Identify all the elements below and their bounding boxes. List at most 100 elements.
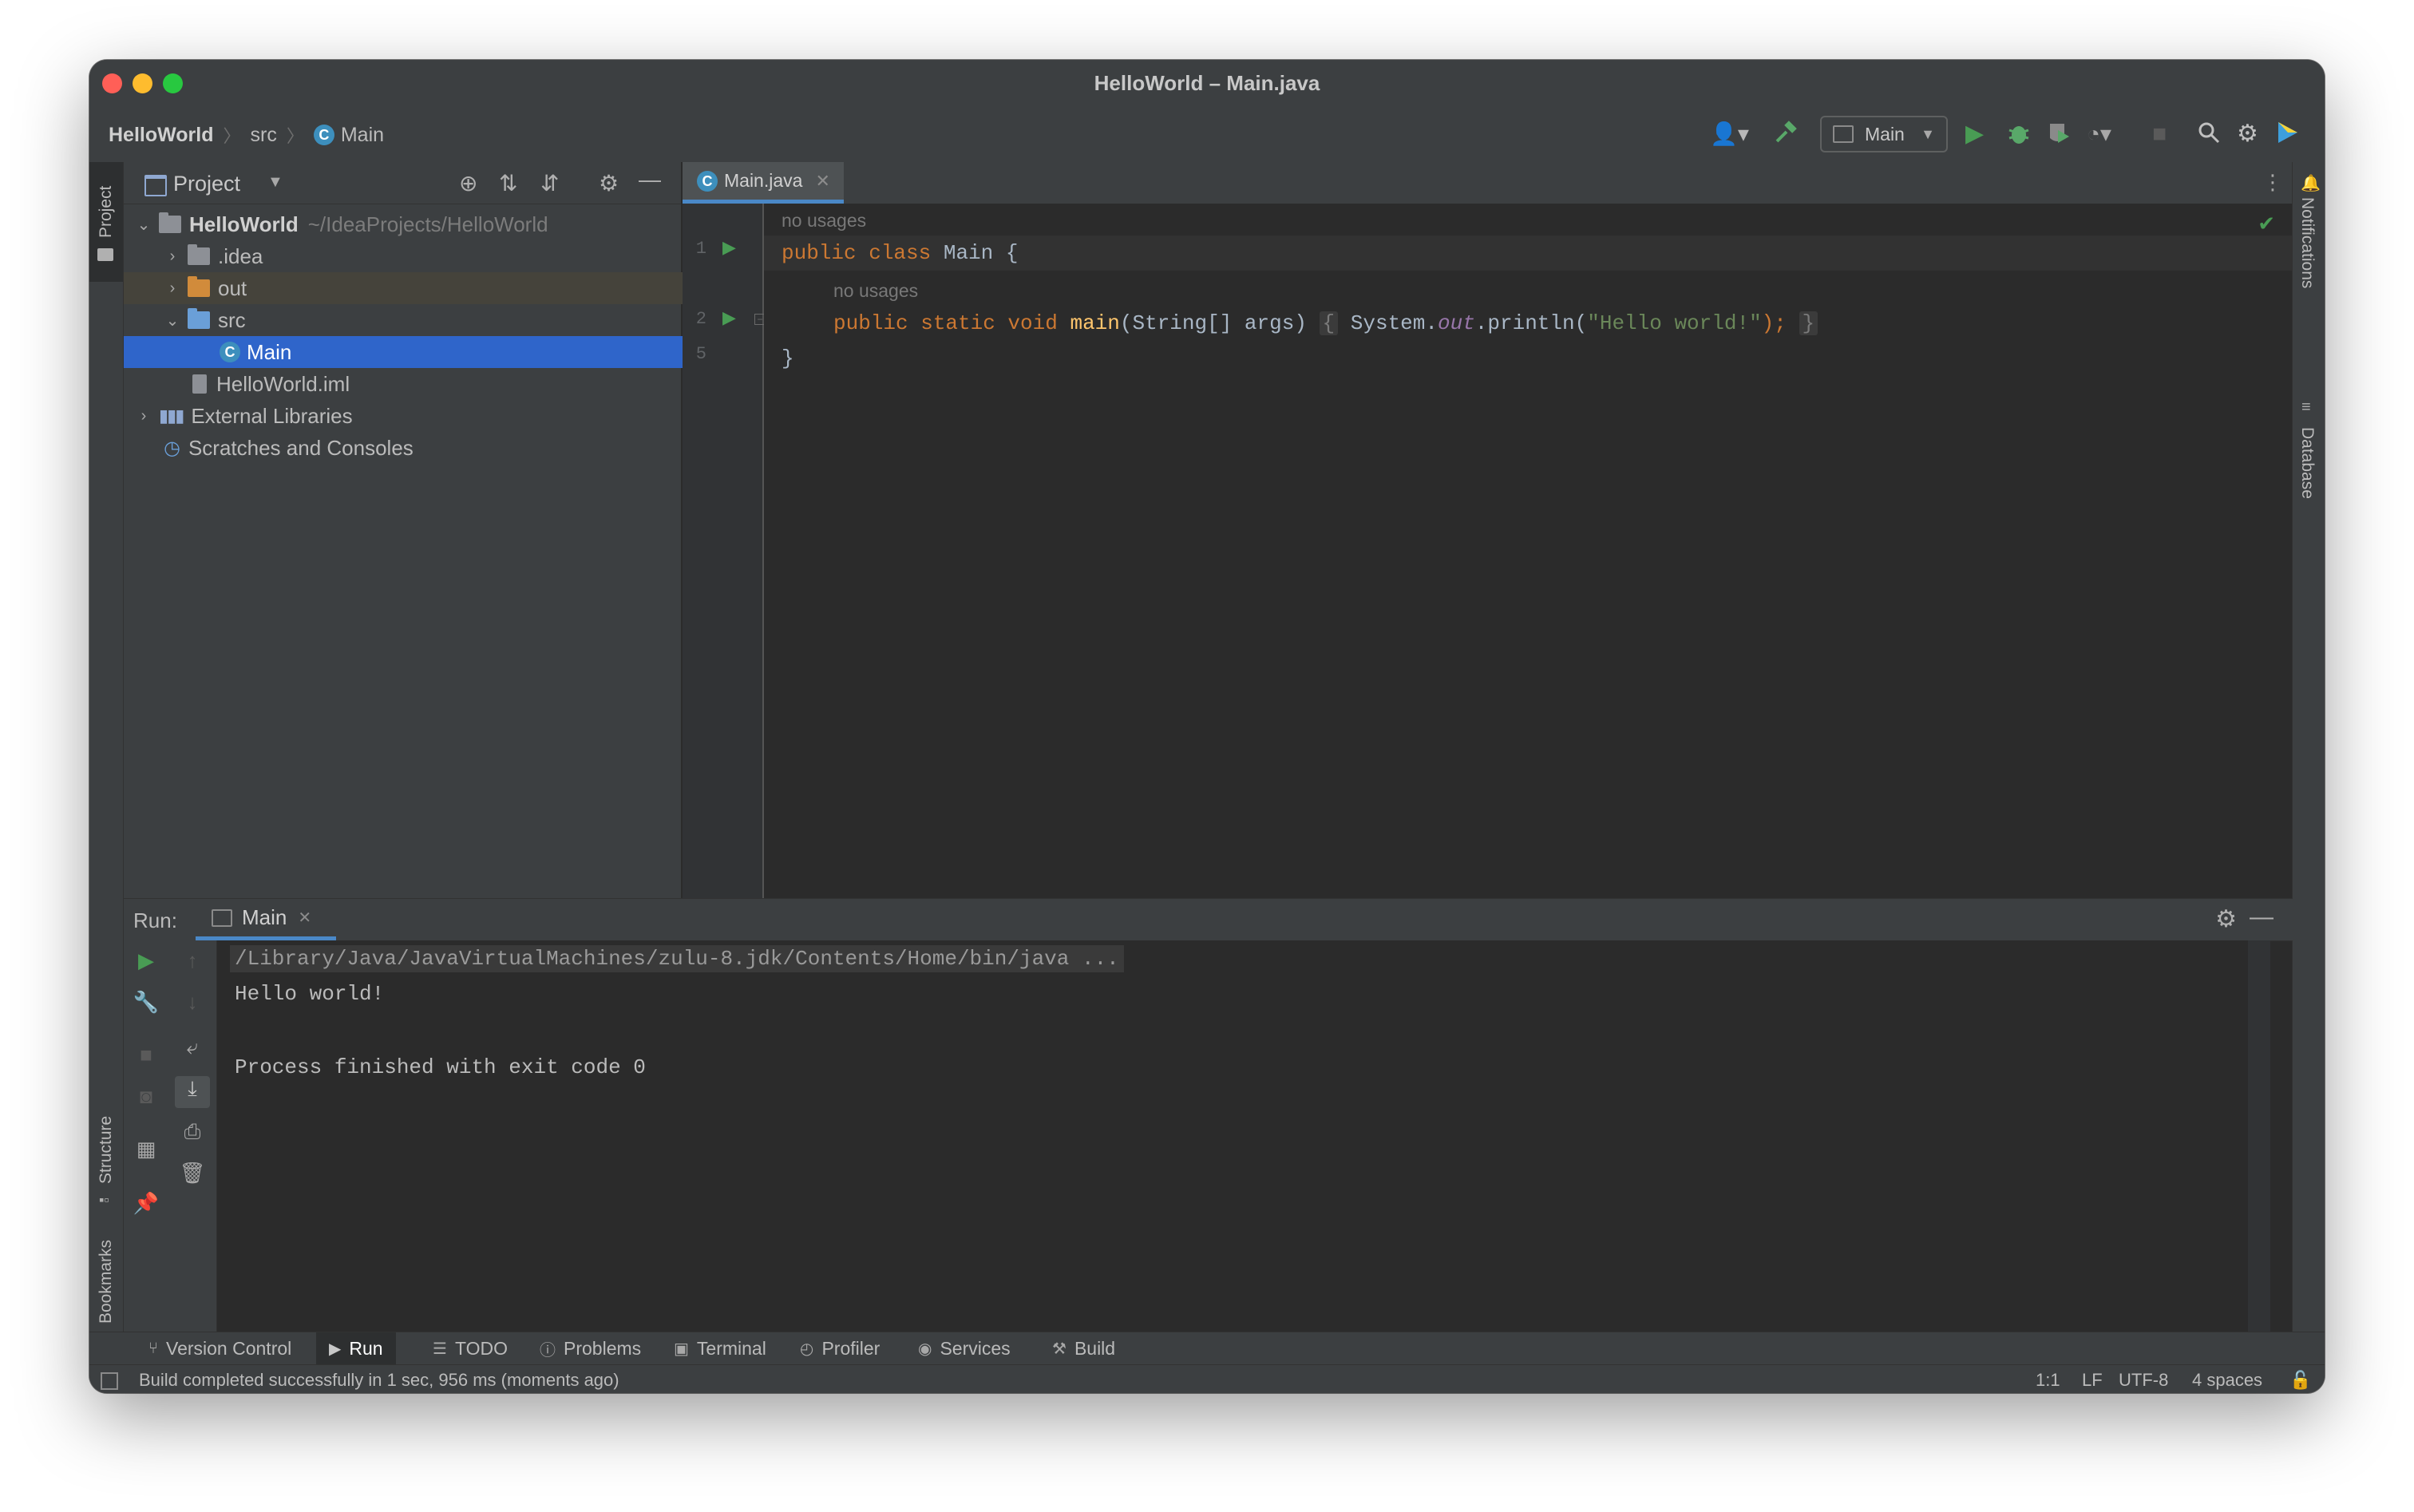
database-tab[interactable]: Database: [2297, 427, 2317, 499]
settings-icon[interactable]: ⚙: [2237, 121, 2258, 148]
rerun-icon[interactable]: ▶: [132, 948, 160, 973]
structure-tool-window-tab[interactable]: Structure ▪▫: [89, 1096, 123, 1208]
expand-all-icon[interactable]: ⇅: [499, 170, 517, 196]
toggle-tool-windows-icon[interactable]: [101, 1372, 118, 1390]
run-tab-label: Main: [242, 905, 287, 929]
stop-icon[interactable]: ■: [2152, 121, 2167, 148]
arrow-down-icon[interactable]: ↓: [178, 990, 207, 1015]
run-gutter-icon[interactable]: ▶: [722, 307, 736, 328]
breadcrumb: HelloWorld 〉 src 〉 C Main: [109, 122, 384, 148]
locate-file-icon[interactable]: ⊕: [459, 170, 477, 196]
camera-icon[interactable]: ◙: [132, 1084, 160, 1109]
tab-todo[interactable]: ☰ TODO: [423, 1332, 517, 1364]
bottom-tab-label: Run: [349, 1337, 383, 1359]
unlock-icon[interactable]: 🔓: [2289, 1370, 2311, 1391]
trash-icon[interactable]: 🗑: [178, 1161, 207, 1185]
run-icon[interactable]: ▶: [1965, 121, 1984, 148]
collapse-all-icon[interactable]: ⇵: [540, 170, 559, 196]
tree-item-helloworld-iml[interactable]: HelloWorld.iml: [124, 368, 750, 400]
check-icon[interactable]: ✔: [2258, 212, 2275, 236]
arrow-up-icon[interactable]: ↑: [178, 948, 207, 973]
tree-item-helloworld[interactable]: ⌄ HelloWorld ~/IdeaProjects/HelloWorld: [124, 208, 692, 240]
tab-main-java[interactable]: C Main.java ✕: [683, 162, 844, 204]
bookmarks-tab-label: Bookmarks: [97, 1239, 115, 1324]
chevron-right-icon[interactable]: ›: [135, 407, 152, 425]
tree-item-out[interactable]: › out: [124, 272, 721, 304]
print-icon[interactable]: ⎙: [178, 1119, 207, 1145]
tab-profiler[interactable]: ◴ Profiler: [790, 1332, 889, 1364]
java-class-icon: C: [313, 125, 334, 145]
project-folder-icon: [159, 212, 181, 233]
chevron-down-icon[interactable]: ▼: [267, 173, 283, 192]
terminal-icon: ▣: [674, 1340, 689, 1358]
usages-hint[interactable]: no usages: [833, 280, 918, 302]
breadcrumb-src[interactable]: src: [251, 124, 277, 147]
breadcrumb-project[interactable]: HelloWorld: [109, 124, 213, 147]
run-tab-main[interactable]: Main ✕: [196, 899, 336, 940]
notifications-tab[interactable]: Notifications: [2297, 197, 2317, 288]
tree-item-src[interactable]: ⌄ src: [124, 304, 721, 336]
tab-problems[interactable]: ⓘ Problems: [530, 1332, 651, 1364]
project-tool-window-tab[interactable]: Project: [89, 162, 123, 282]
chevron-right-icon[interactable]: ›: [164, 247, 181, 266]
run-gutter-icon[interactable]: ▶: [722, 237, 736, 258]
code-editor[interactable]: no usages public class Main { no usages …: [764, 204, 2293, 898]
bottom-tab-label: Terminal: [696, 1337, 766, 1359]
chevron-down-icon[interactable]: ⌄: [164, 311, 181, 331]
pin-icon[interactable]: 📌: [132, 1191, 160, 1216]
jetbrains-logo-icon[interactable]: [2277, 121, 2299, 151]
tab-services[interactable]: ◉ Services: [908, 1332, 1020, 1364]
close-tab-icon[interactable]: ✕: [298, 908, 311, 928]
soft-wrap-icon[interactable]: ⤶: [178, 1035, 207, 1060]
file-encoding[interactable]: UTF-8: [2119, 1370, 2168, 1391]
debug-icon[interactable]: [2007, 121, 2031, 152]
run-configuration-selector[interactable]: Main ▼: [1820, 116, 1948, 152]
tree-item-main[interactable]: C Main: [124, 336, 777, 368]
breadcrumb-main[interactable]: Main: [341, 124, 384, 147]
wrench-icon[interactable]: 🔧: [132, 990, 160, 1015]
scroll-to-end-icon[interactable]: ⤓: [175, 1076, 210, 1108]
tab-version-control[interactable]: ⑂ Version Control: [139, 1332, 301, 1364]
search-icon[interactable]: [2197, 121, 2221, 151]
chevron-right-icon[interactable]: ›: [164, 279, 181, 298]
layout-icon[interactable]: ▦: [132, 1137, 160, 1162]
caret-position[interactable]: 1:1: [2036, 1370, 2060, 1391]
notifications-bell-icon: 🔔: [2301, 175, 2321, 192]
tree-item-external-libraries[interactable]: › ▮▮▮ External Libraries: [124, 400, 692, 432]
bottom-tab-label: Profiler: [821, 1337, 881, 1359]
tree-item-label: External Libraries: [191, 403, 353, 428]
source-folder-icon: [188, 308, 210, 329]
project-panel-title[interactable]: Project: [173, 172, 240, 196]
more-options-icon[interactable]: ⋮: [2262, 170, 2283, 195]
console-command-line[interactable]: /Library/Java/JavaVirtualMachines/zulu-8…: [230, 945, 1124, 972]
editor-gutter: 1 ▶ 2 ▶ − 5: [683, 204, 766, 898]
java-class-icon: C: [697, 170, 718, 192]
tree-item-scratches[interactable]: ◷ Scratches and Consoles: [124, 432, 721, 464]
run-console[interactable]: /Library/Java/JavaVirtualMachines/zulu-8…: [217, 940, 2270, 1332]
user-icon[interactable]: 👤▾: [1710, 121, 1749, 148]
indent-setting[interactable]: 4 spaces: [2192, 1370, 2262, 1391]
status-message[interactable]: Build completed successfully in 1 sec, 9…: [139, 1370, 619, 1391]
tree-item-idea[interactable]: › .idea: [124, 240, 721, 272]
usages-hint[interactable]: no usages: [782, 210, 866, 232]
stop-icon[interactable]: ■: [132, 1043, 160, 1067]
hide-panel-icon[interactable]: —: [2250, 904, 2274, 931]
left-tool-stripe: Project Structure ▪▫ Bookmarks ▮: [89, 162, 124, 1391]
hide-panel-icon[interactable]: —: [639, 167, 661, 192]
console-scrollbar[interactable]: [2248, 940, 2270, 1332]
tab-terminal[interactable]: ▣ Terminal: [664, 1332, 776, 1364]
build-hammer-icon[interactable]: [1774, 121, 1799, 152]
gear-icon[interactable]: ⚙: [599, 170, 619, 196]
folded-brace[interactable]: {: [1319, 311, 1339, 335]
folded-brace[interactable]: }: [1799, 311, 1818, 335]
close-tab-icon[interactable]: ✕: [815, 171, 829, 192]
tab-run[interactable]: ▶ Run: [316, 1332, 396, 1364]
profile-icon[interactable]: ◔▾: [2087, 121, 2111, 148]
coverage-icon[interactable]: [2047, 121, 2072, 152]
tree-item-label: src: [218, 307, 246, 332]
chevron-down-icon[interactable]: ⌄: [135, 215, 152, 235]
line-separator[interactable]: LF: [2082, 1370, 2103, 1391]
tab-build[interactable]: ⚒ Build: [1043, 1332, 1125, 1364]
bottom-tab-label: Build: [1074, 1337, 1116, 1359]
gear-icon[interactable]: ⚙: [2215, 905, 2237, 933]
